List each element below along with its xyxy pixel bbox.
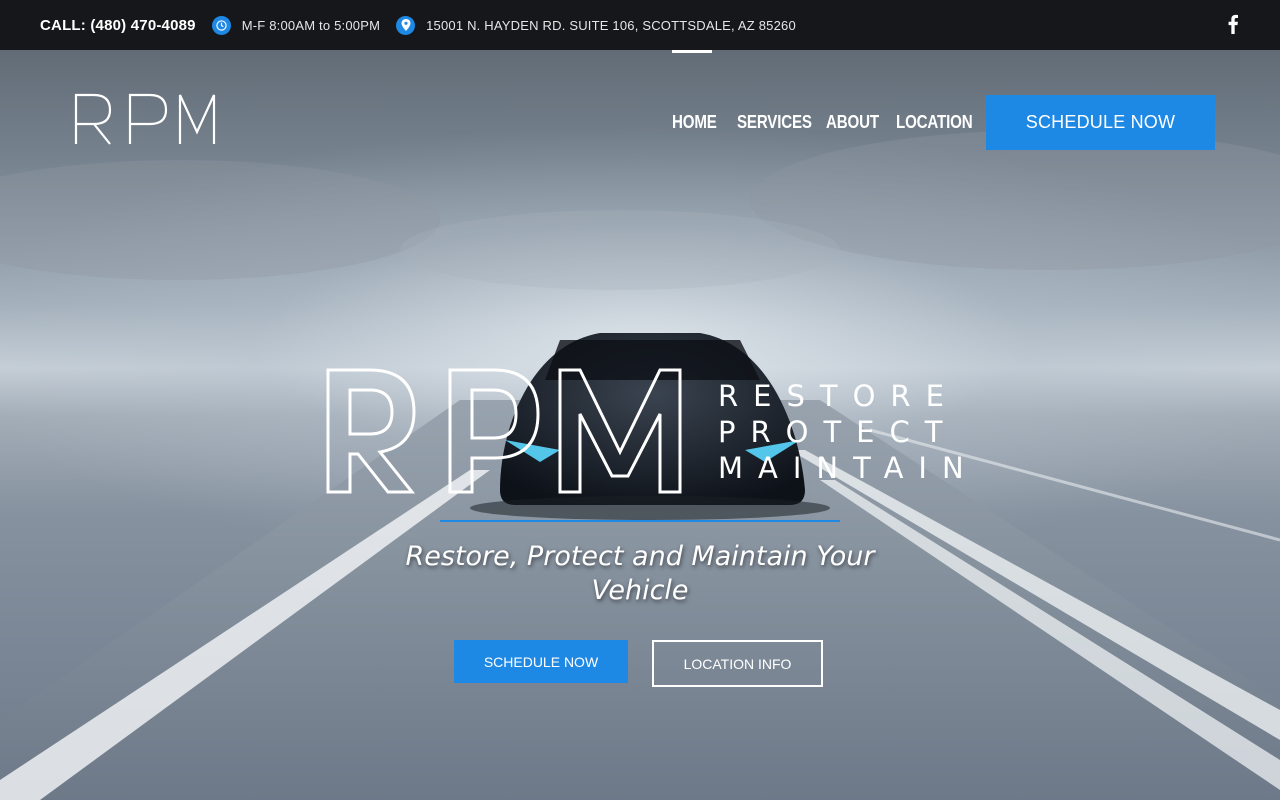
location-info-button[interactable]: LOCATION INFO [652, 640, 823, 687]
hero-divider [440, 520, 840, 522]
phone-number[interactable]: CALL: (480) 470-4089 [40, 17, 196, 34]
hero-logo: RESTORE PROTECT MAINTAIN [322, 364, 972, 499]
schedule-now-button-nav[interactable]: SCHEDULE NOW [986, 95, 1215, 150]
map-pin-icon [396, 15, 416, 35]
schedule-now-button[interactable]: SCHEDULE NOW [454, 640, 628, 683]
hero-tagline: Restore, Protect and Maintain Your Vehic… [405, 541, 875, 606]
nav-services[interactable]: SERVICES [737, 112, 812, 133]
nav-home[interactable]: HOME [672, 112, 717, 133]
clock-icon [211, 15, 231, 35]
top-bar: CALL: (480) 470-4089 M-F 8:00AM to 5:00P… [0, 0, 1280, 50]
nav-location[interactable]: LOCATION [896, 112, 973, 133]
hero-logo-word-maintain: MAINTAIN [718, 451, 979, 485]
site-logo[interactable] [74, 92, 216, 146]
nav-about[interactable]: ABOUT [826, 112, 879, 133]
hero-logo-word-restore: RESTORE [718, 379, 959, 413]
business-address: 15001 N. HAYDEN RD. SUITE 106, SCOTTSDAL… [426, 17, 796, 33]
facebook-icon[interactable] [1226, 14, 1240, 34]
hero-logo-word-protect: PROTECT [718, 415, 958, 449]
nav-active-indicator [672, 50, 712, 53]
business-hours: M-F 8:00AM to 5:00PM [241, 17, 381, 33]
